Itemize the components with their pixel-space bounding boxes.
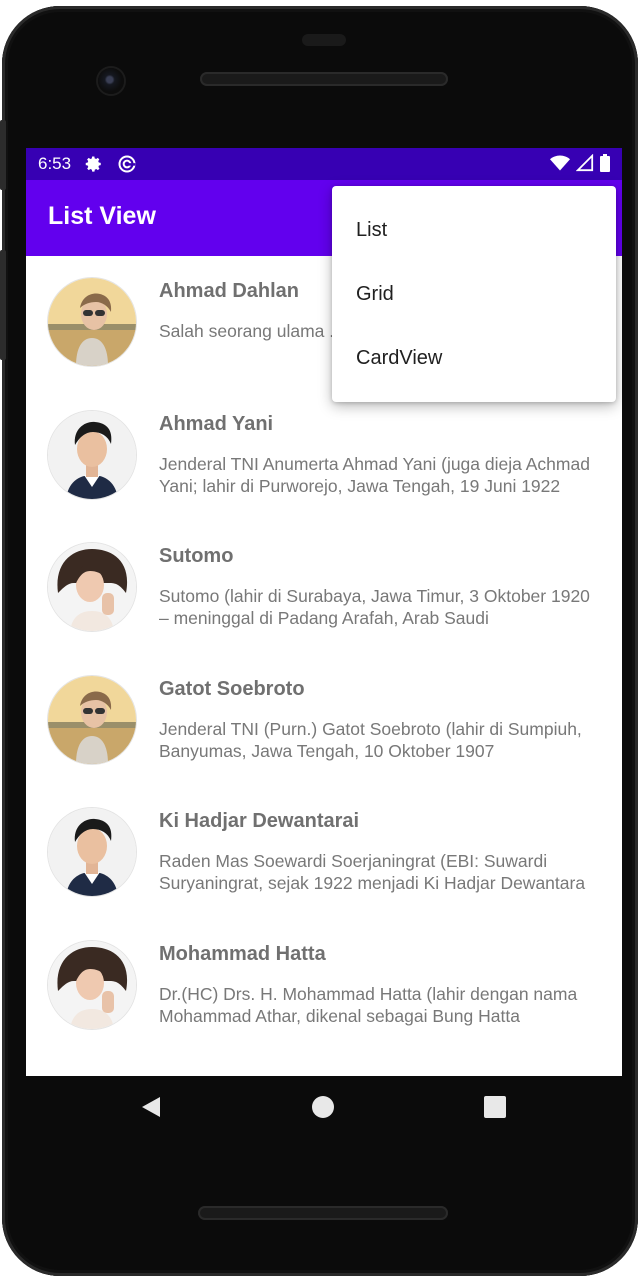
top-speaker [200, 72, 448, 86]
bottom-speaker [198, 1206, 448, 1220]
list-item[interactable]: Mohammad Hatta Dr.(HC) Drs. H. Mohammad … [26, 919, 622, 1052]
home-icon[interactable] [312, 1096, 334, 1118]
avatar [48, 940, 136, 1029]
sync-icon [117, 154, 137, 174]
item-title: Ahmad Yani [159, 412, 274, 435]
item-description: Sutomo (lahir di Surabaya, Jawa Timur, 3… [159, 586, 590, 628]
back-icon[interactable] [140, 1095, 162, 1124]
menu-item-cardview[interactable]: CardView [332, 326, 616, 390]
avatar [48, 675, 136, 764]
status-time: 6:53 [38, 154, 72, 173]
item-description: Jenderal TNI Anumerta Ahmad Yani (juga d… [159, 453, 590, 496]
phone-frame: 6:53 List View Ahmad Dahlan Salah seoran… [0, 0, 640, 1280]
list-item[interactable]: Ahmad Yani Jenderal TNI Anumerta Ahmad Y… [26, 389, 622, 522]
avatar [48, 410, 136, 499]
item-description: Jenderal TNI (Purn.) Gatot Soebroto (lah… [159, 718, 582, 761]
overflow-menu: List Grid CardView [332, 186, 616, 402]
menu-item-list[interactable]: List [332, 198, 616, 262]
item-description: Dr.(HC) Drs. H. Mohammad Hatta (lahir de… [159, 983, 578, 1026]
list-item[interactable]: Gatot Soebroto Jenderal TNI (Purn.) Gato… [26, 654, 622, 787]
avatar [48, 278, 136, 366]
app-title: List View [48, 202, 156, 230]
avatar [48, 543, 136, 631]
device-screen: 6:53 List View Ahmad Dahlan Salah seoran… [26, 148, 622, 1076]
volume-button [0, 120, 6, 190]
settings-icon [85, 155, 103, 173]
list-item[interactable]: Ki Hadjar Dewantarai Raden Mas Soewardi … [26, 786, 622, 919]
item-title: Mohammad Hatta [159, 942, 326, 965]
item-description: Raden Mas Soewardi Soerjaningrat (EBI: S… [159, 851, 586, 893]
status-bar: 6:53 [26, 148, 622, 180]
recents-icon[interactable] [484, 1096, 506, 1118]
item-title: Gatot Soebroto [159, 677, 305, 700]
front-camera [98, 68, 124, 94]
signal-icon [575, 153, 594, 177]
avatar [48, 808, 136, 896]
item-title: Ahmad Dahlan [159, 280, 300, 302]
power-button [0, 250, 6, 360]
menu-item-grid[interactable]: Grid [332, 262, 616, 326]
wifi-icon [550, 155, 570, 176]
battery-icon [600, 154, 610, 177]
earpiece-slot [302, 34, 346, 46]
item-title: Ki Hadjar Dewantarai [159, 810, 360, 832]
item-title: Sutomo [159, 545, 234, 567]
list-item[interactable]: Sutomo Sutomo (lahir di Surabaya, Jawa T… [26, 521, 622, 654]
